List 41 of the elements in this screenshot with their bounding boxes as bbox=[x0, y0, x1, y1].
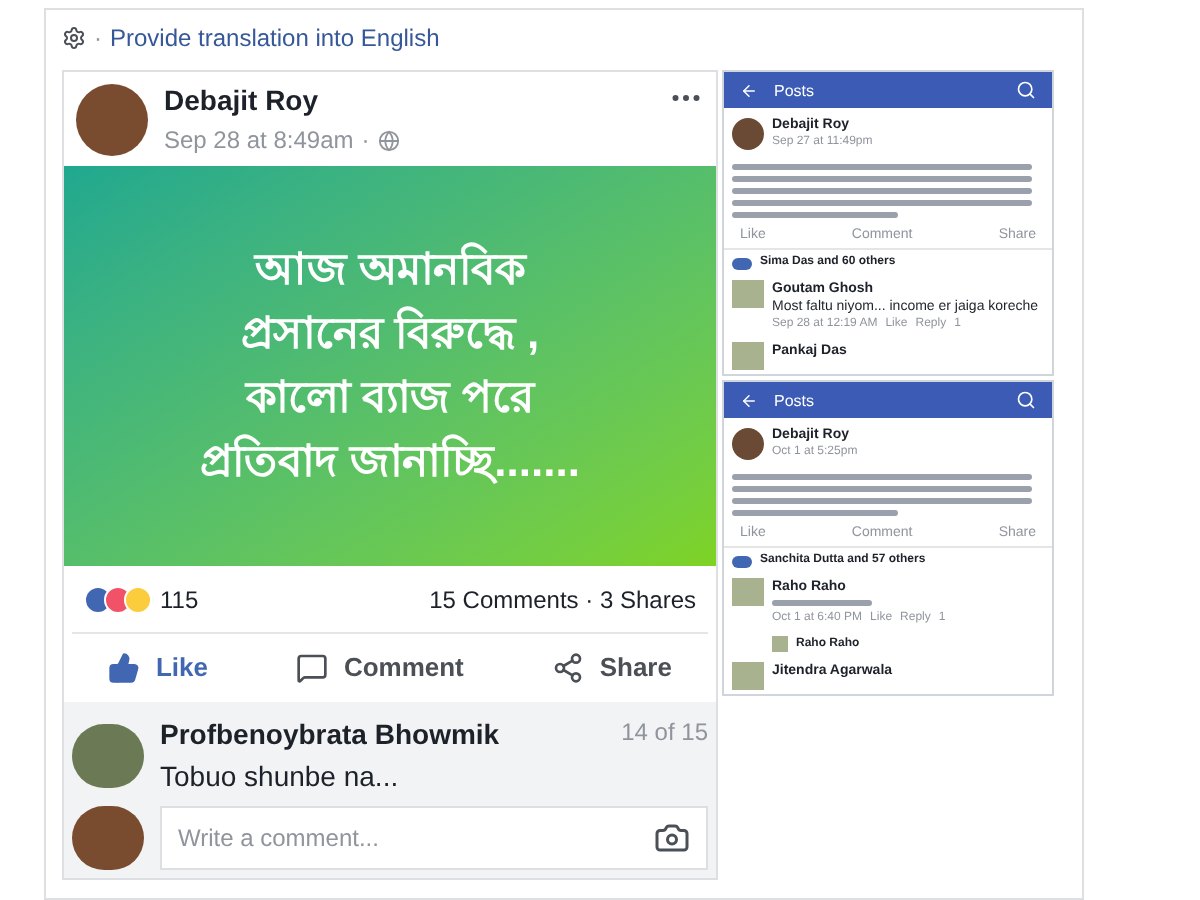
commenter-avatar bbox=[732, 342, 764, 370]
posts-title: Posts bbox=[774, 391, 817, 409]
thumbs-up-icon bbox=[107, 652, 140, 684]
translation-link[interactable]: Provide translation into English bbox=[110, 20, 440, 56]
separator-dot: · bbox=[94, 22, 102, 56]
share-button[interactable]: Share bbox=[551, 648, 672, 688]
commenter-avatar bbox=[72, 724, 144, 788]
camera-icon[interactable] bbox=[654, 820, 690, 856]
post-time[interactable]: Sep 28 at 8:49am bbox=[164, 122, 354, 158]
settings-icon[interactable] bbox=[62, 26, 86, 50]
search-icon bbox=[1016, 390, 1036, 410]
reaction-icons bbox=[732, 257, 752, 269]
avatar bbox=[732, 428, 764, 460]
comment-text: Tobuo shunbe na... bbox=[160, 758, 401, 796]
speech-bubble-icon bbox=[295, 652, 328, 684]
back-arrow-icon bbox=[740, 391, 758, 409]
avatar bbox=[72, 806, 144, 870]
reactions-count[interactable]: 115 bbox=[160, 581, 199, 617]
reaction-icons bbox=[84, 585, 152, 613]
commenter-avatar bbox=[772, 636, 788, 652]
back-arrow-icon bbox=[740, 81, 758, 99]
commenter-avatar bbox=[732, 662, 764, 690]
image-text: আজ অমানবিক প্রসানের বিরুদ্ধে , কালো ব্যাজ পরে প্রতিবাদ জানাচ্ছি....... bbox=[198, 240, 582, 490]
avatar bbox=[732, 118, 764, 150]
comment-input[interactable]: Write a comment... bbox=[178, 820, 654, 856]
share-icon bbox=[551, 652, 584, 684]
avatar bbox=[76, 83, 148, 155]
comments-shares-count[interactable]: 15 Comments · 3 Shares bbox=[429, 581, 696, 617]
commenter-avatar bbox=[732, 578, 764, 606]
search-icon bbox=[1016, 80, 1036, 100]
like-button[interactable]: Like bbox=[107, 648, 208, 688]
comment-position: 14 of 15 bbox=[621, 716, 708, 750]
comment-button[interactable]: Comment bbox=[295, 648, 464, 688]
reaction-icons bbox=[732, 555, 752, 567]
commenter-name[interactable]: Profbenoybrata Bhowmik bbox=[160, 714, 500, 756]
comment-field[interactable]: Write a comment... bbox=[160, 806, 708, 870]
separator-dot: · bbox=[361, 124, 370, 158]
commenter-avatar bbox=[732, 280, 764, 308]
globe-icon bbox=[377, 129, 400, 151]
author-name[interactable]: Debajit Roy bbox=[164, 80, 652, 122]
posts-title: Posts bbox=[774, 81, 817, 99]
